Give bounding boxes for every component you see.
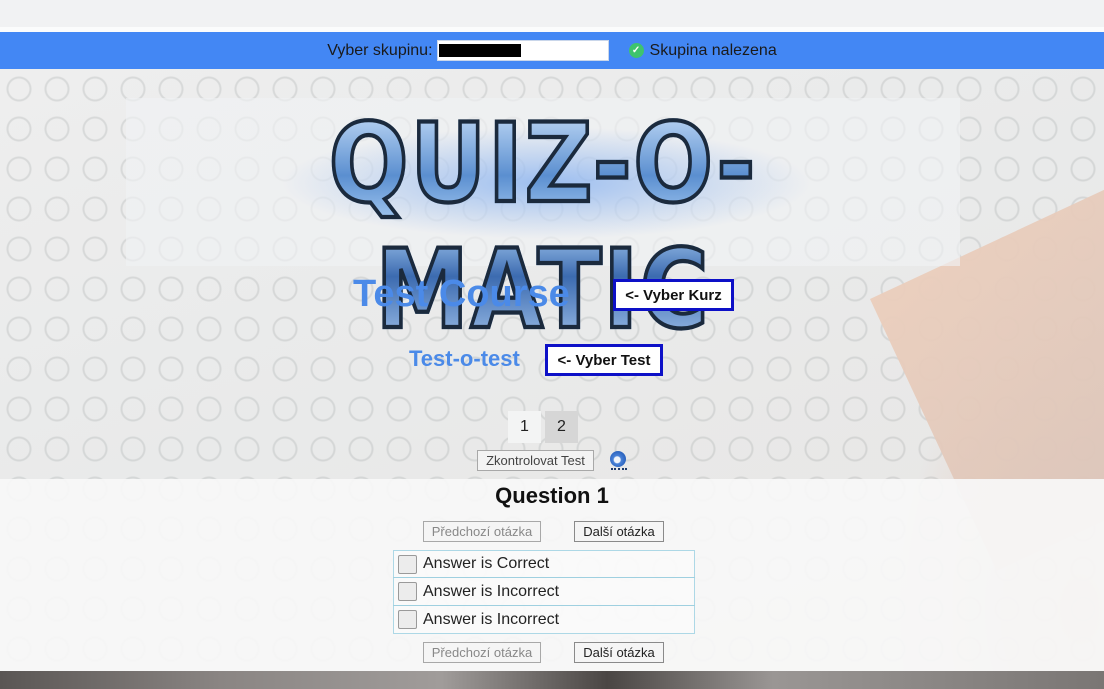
next-question-button-bottom[interactable]: Další otázka: [574, 642, 664, 663]
prev-question-button-bottom[interactable]: Předchozí otázka: [423, 642, 541, 663]
page-button-2[interactable]: 2: [545, 411, 578, 443]
answer-option[interactable]: Answer is Incorrect: [393, 578, 695, 606]
answer-option[interactable]: Answer is Incorrect: [393, 606, 695, 634]
redacted-value: [438, 44, 521, 57]
group-status-text: Skupina nalezena: [649, 41, 777, 59]
check-circle-icon: ✓: [628, 43, 644, 58]
reload-icon-glyph: [610, 451, 626, 467]
background-photo-bottom: [0, 671, 1104, 689]
answer-list: Answer is Correct Answer is Incorrect An…: [393, 550, 695, 634]
group-input[interactable]: [436, 40, 609, 61]
question-title: Question 1: [495, 483, 609, 508]
prev-question-button-top[interactable]: Předchozí otázka: [423, 521, 541, 542]
browser-top-strip: [0, 0, 1104, 27]
reload-icon[interactable]: [610, 451, 628, 470]
question-panel: Question 1 Předchozí otázka Další otázka…: [0, 479, 1104, 671]
answer-checkbox[interactable]: [398, 554, 417, 574]
reload-underline: [611, 468, 627, 470]
answer-label: Answer is Incorrect: [423, 610, 560, 628]
check-test-button[interactable]: Zkontrolovat Test: [477, 450, 594, 471]
logo-banner: QUIZ-O-MATIC: [126, 98, 960, 354]
select-test-button[interactable]: <- Vyber Test: [545, 344, 663, 376]
answer-label: Answer is Correct: [423, 555, 550, 572]
question-pagination: 1 2: [508, 411, 578, 443]
next-question-button-top[interactable]: Další otázka: [574, 521, 664, 542]
select-course-button[interactable]: <- Vyber Kurz: [613, 279, 734, 311]
group-selector-bar: Vyber skupinu: ✓ Skupina nalezena: [0, 32, 1104, 69]
answer-option[interactable]: Answer is Correct: [393, 550, 695, 578]
test-title: Test-o-test: [409, 346, 520, 371]
page-button-1[interactable]: 1: [508, 411, 541, 443]
answer-label: Answer is Incorrect: [423, 582, 560, 600]
group-label: Vyber skupinu:: [327, 41, 433, 59]
course-title: Test Course: [353, 273, 570, 315]
answer-checkbox[interactable]: [398, 610, 417, 629]
answer-checkbox[interactable]: [398, 582, 417, 601]
